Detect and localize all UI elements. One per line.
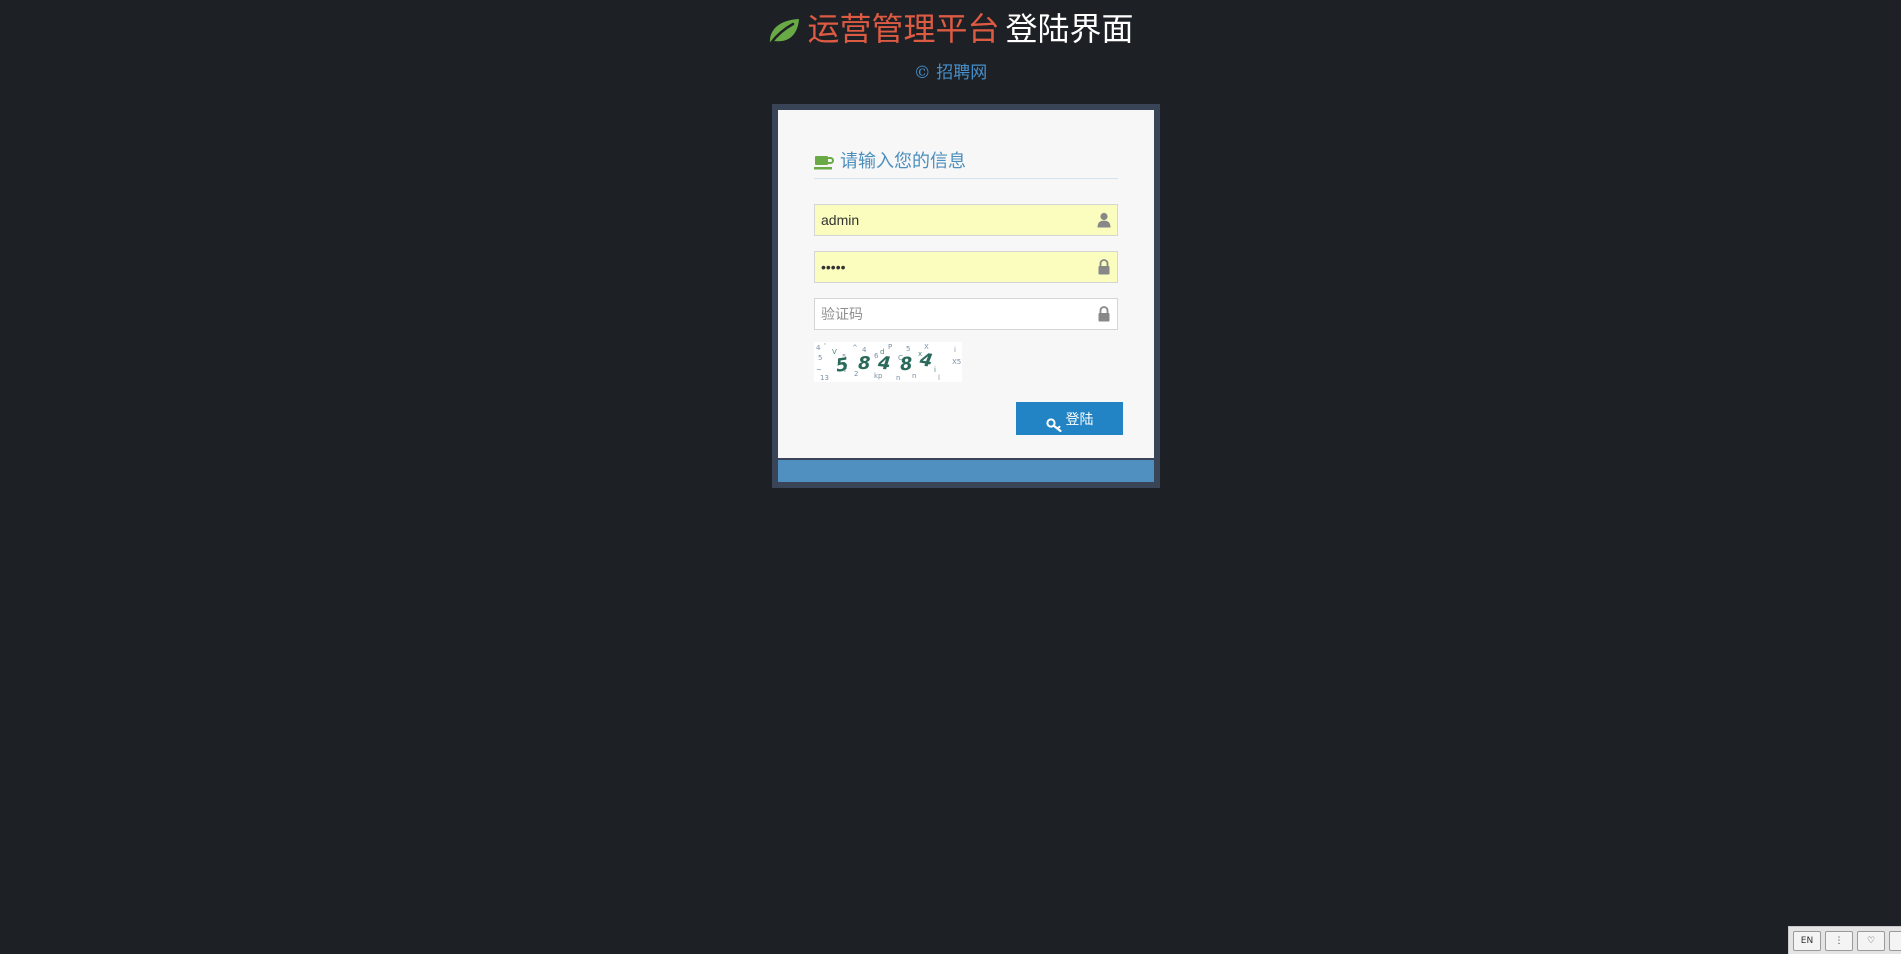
login-heading: 请输入您的信息 (814, 146, 1118, 179)
login-box: 请输入您的信息 admin ••••• 验证码 4 ' ^ 4 P 5 X i … (772, 104, 1160, 488)
svg-text:^: ^ (852, 344, 858, 352)
language-button[interactable]: EN (1793, 931, 1821, 951)
page-title: 运营管理平台 登陆界面 (0, 8, 1901, 50)
pin-button[interactable] (1889, 931, 1901, 951)
svg-text:4: 4 (816, 344, 821, 352)
svg-text:13: 13 (820, 374, 829, 382)
password-input[interactable] (815, 252, 1091, 282)
captcha-char: 4 (876, 352, 892, 374)
user-icon (1097, 212, 1111, 228)
password-field (814, 251, 1118, 283)
captcha-input[interactable] (815, 299, 1091, 329)
username-field (814, 204, 1118, 236)
login-button-label: 登陆 (1065, 411, 1094, 427)
username-input[interactable] (815, 205, 1091, 235)
coffee-icon (814, 151, 834, 170)
captcha-field (814, 298, 1118, 330)
svg-text:5: 5 (906, 345, 910, 353)
svg-text:P: P (888, 343, 892, 351)
copyright-text: © 招聘网 (913, 63, 988, 83)
captcha-char: 8 (858, 353, 871, 374)
lock-icon (1097, 306, 1111, 322)
browser-tray: EN ⋮ ♡ (1788, 926, 1901, 954)
more-button[interactable]: ⋮ (1825, 931, 1853, 951)
svg-text:i: i (934, 366, 936, 374)
title-highlight: 运营管理平台 (807, 10, 1000, 48)
key-icon (1045, 412, 1062, 433)
captcha-image[interactable]: 4 ' ^ 4P5 Xi5 56C X5 13 kp nnl ~2 Vdx ir 5 8… (814, 342, 962, 382)
svg-text:X5: X5 (952, 358, 961, 366)
captcha-char: 5 (835, 354, 850, 377)
lock-icon (1097, 259, 1111, 275)
svg-text:': ' (824, 342, 826, 350)
login-panel: 请输入您的信息 admin ••••• 验证码 4 ' ^ 4 P 5 X i … (778, 110, 1154, 458)
captcha-char: 8 (899, 354, 913, 376)
svg-text:i: i (954, 346, 956, 354)
login-heading-text: 请输入您的信息 (840, 151, 966, 172)
leaf-icon (767, 14, 801, 44)
login-button[interactable]: 登陆 (1016, 402, 1123, 435)
login-panel-footer (778, 460, 1154, 482)
favorite-button[interactable]: ♡ (1857, 931, 1885, 951)
svg-text:5: 5 (818, 354, 822, 362)
svg-text:l: l (938, 374, 940, 382)
svg-text:~: ~ (816, 366, 822, 374)
title-rest: 登陆界面 (1005, 10, 1134, 48)
